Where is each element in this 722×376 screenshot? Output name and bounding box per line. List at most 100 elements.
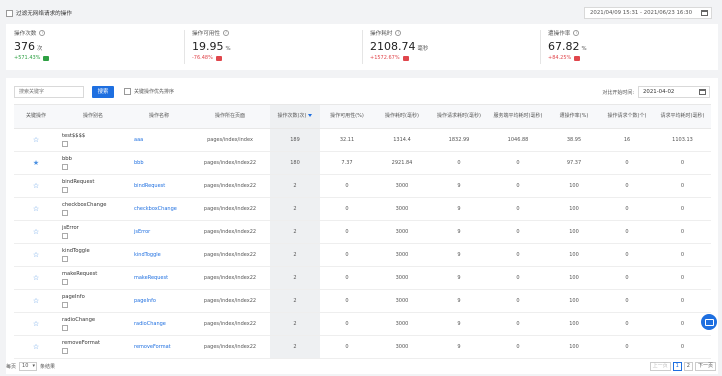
- op-cost-cell: 3000: [374, 312, 430, 336]
- column-header[interactable]: 操作所在页面: [190, 104, 270, 129]
- op-count-cell: 2: [270, 174, 320, 198]
- column-header[interactable]: 请求平均耗时(毫秒): [654, 104, 711, 129]
- next-page-button[interactable]: 下一页: [694, 362, 716, 371]
- column-header-sorted[interactable]: 操作次数(次): [270, 104, 320, 129]
- op-page-cell: pages/index/index22: [190, 174, 270, 198]
- op-request-avg-cell: 0: [654, 289, 711, 313]
- star-outline-icon[interactable]: ☆: [33, 297, 39, 305]
- stat-title: 操作可用性: [192, 31, 220, 37]
- op-server-cost-cell: 0: [488, 197, 548, 221]
- op-name-link[interactable]: pageInfo: [128, 289, 190, 313]
- column-header[interactable]: 操作耗时(毫秒): [374, 104, 430, 129]
- key-op-cell[interactable]: ★: [14, 151, 58, 175]
- column-header[interactable]: 遭操作率(%): [548, 104, 600, 129]
- sort-desc-icon[interactable]: [308, 114, 313, 117]
- op-alias-text: checkboxChange: [62, 202, 107, 208]
- key-op-sort-toggle[interactable]: 关键操作优先排序: [124, 88, 174, 95]
- star-outline-icon[interactable]: ☆: [33, 182, 39, 190]
- op-request-avg-cell: 0: [654, 151, 711, 175]
- op-cost-cell: 2921.84: [374, 151, 430, 175]
- search-button[interactable]: 搜索: [92, 86, 114, 98]
- page-2-button[interactable]: 2: [683, 362, 693, 371]
- op-availability-cell: 0: [320, 243, 374, 267]
- op-name-link[interactable]: bbb: [128, 151, 190, 175]
- edit-icon[interactable]: [62, 256, 68, 262]
- edit-icon[interactable]: [62, 187, 68, 193]
- key-op-cell[interactable]: ☆: [14, 312, 58, 336]
- question-icon[interactable]: ?: [222, 30, 229, 36]
- key-op-cell[interactable]: ☆: [14, 266, 58, 290]
- chat-support-button[interactable]: [701, 314, 717, 330]
- search-input[interactable]: [14, 86, 84, 98]
- key-op-checkbox[interactable]: [124, 88, 131, 95]
- op-alias-cell: pageInfo: [58, 289, 128, 313]
- edit-icon[interactable]: [62, 325, 68, 331]
- op-count-cell: 2: [270, 197, 320, 221]
- stat-card: 操作耗时? 2108.74 毫秒 +1572.67%: [362, 24, 540, 70]
- key-op-cell[interactable]: ☆: [14, 197, 58, 221]
- prev-page-button[interactable]: 上一页: [649, 362, 671, 371]
- star-outline-icon[interactable]: ☆: [33, 343, 39, 351]
- key-op-cell[interactable]: ☆: [14, 289, 58, 313]
- table-row: ☆ jsError jsError pages/index/index22 2 0 3000…: [14, 220, 711, 244]
- op-name-link[interactable]: bindRequest: [128, 174, 190, 198]
- star-outline-icon[interactable]: ☆: [33, 228, 39, 236]
- stat-card: 遭操作率? 67.82% +84.25%: [540, 24, 718, 70]
- op-name-link[interactable]: aaa: [128, 128, 190, 152]
- edit-icon[interactable]: [62, 210, 68, 216]
- column-header[interactable]: 操作请求个数(个): [600, 104, 654, 129]
- edit-icon[interactable]: [62, 348, 68, 354]
- edit-icon[interactable]: [62, 279, 68, 285]
- op-name-link[interactable]: kindToggle: [128, 243, 190, 267]
- op-page-cell: pages/index/index22: [190, 151, 270, 175]
- page-1-button[interactable]: 1: [672, 362, 682, 371]
- column-header[interactable]: 操作请求耗时(毫秒): [430, 104, 488, 129]
- edit-icon[interactable]: [62, 302, 68, 308]
- filter-checkbox[interactable]: [6, 9, 13, 17]
- column-header[interactable]: 关键操作: [14, 104, 58, 129]
- edit-icon[interactable]: [62, 141, 68, 147]
- key-op-cell[interactable]: ☆: [14, 243, 58, 267]
- op-request-count-cell: 16: [600, 128, 654, 152]
- date-range-picker[interactable]: 2021/04/09 15:31 - 2021/06/23 16:30: [584, 7, 712, 19]
- op-name-link[interactable]: checkboxChange: [128, 197, 190, 221]
- op-name-link[interactable]: removeFormat: [128, 335, 190, 359]
- key-op-cell[interactable]: ☆: [14, 128, 58, 152]
- column-header[interactable]: 操作可用性(%): [320, 104, 374, 129]
- star-filled-icon[interactable]: ★: [33, 159, 39, 167]
- edit-icon[interactable]: [62, 164, 68, 170]
- edit-icon[interactable]: [62, 233, 68, 239]
- star-outline-icon[interactable]: ☆: [33, 251, 39, 259]
- star-outline-icon[interactable]: ☆: [33, 136, 39, 144]
- op-availability-cell: 0: [320, 174, 374, 198]
- column-header[interactable]: 操作名称: [128, 104, 190, 129]
- question-icon[interactable]: ?: [573, 30, 580, 36]
- op-server-cost-cell: 0: [488, 243, 548, 267]
- stat-value: 19.95: [192, 40, 224, 53]
- op-name-link[interactable]: jsError: [128, 220, 190, 244]
- op-alias-cell: jsError: [58, 220, 128, 244]
- question-icon[interactable]: ?: [395, 30, 402, 36]
- op-request-count-cell: 0: [600, 151, 654, 175]
- op-request-count-cell: 0: [600, 197, 654, 221]
- key-op-cell[interactable]: ☆: [14, 335, 58, 359]
- compare-date-picker[interactable]: 2021-04-02: [638, 86, 710, 98]
- column-header[interactable]: 服务端平均耗时(毫秒): [488, 104, 548, 129]
- page-size-select[interactable]: 10: [19, 362, 38, 371]
- column-header[interactable]: 操作别名: [58, 104, 128, 129]
- op-request-cost-cell: 9: [430, 289, 488, 313]
- star-outline-icon[interactable]: ☆: [33, 274, 39, 282]
- op-alias-cell: radioChange: [58, 312, 128, 336]
- key-op-cell[interactable]: ☆: [14, 220, 58, 244]
- op-request-count-cell: 0: [600, 312, 654, 336]
- op-name-link[interactable]: radioChange: [128, 312, 190, 336]
- op-count-cell: 2: [270, 335, 320, 359]
- star-outline-icon[interactable]: ☆: [33, 320, 39, 328]
- op-cost-cell: 3000: [374, 335, 430, 359]
- star-outline-icon[interactable]: ☆: [33, 205, 39, 213]
- question-icon[interactable]: ?: [39, 30, 46, 36]
- op-fail-rate-cell: 100: [548, 266, 600, 290]
- key-op-cell[interactable]: ☆: [14, 174, 58, 198]
- op-request-count-cell: 0: [600, 174, 654, 198]
- op-name-link[interactable]: makeRequest: [128, 266, 190, 290]
